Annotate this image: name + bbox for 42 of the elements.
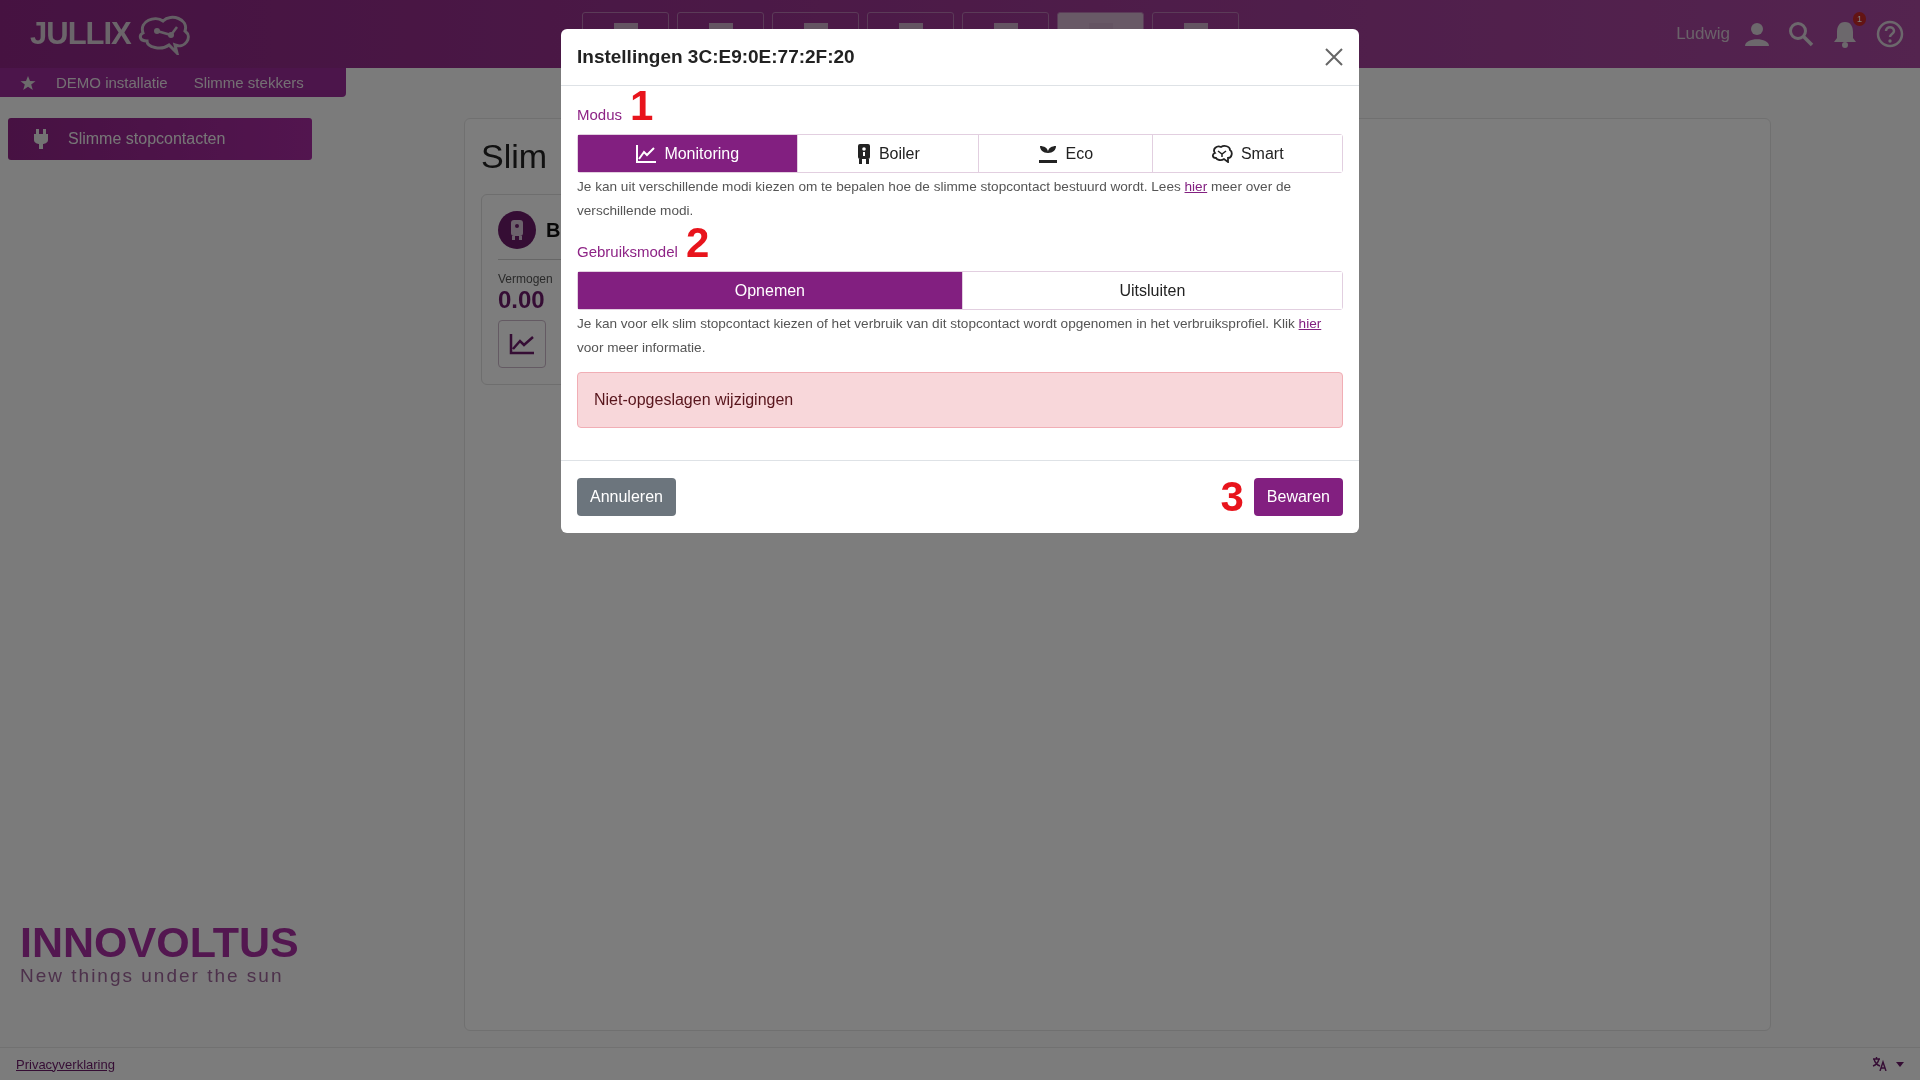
boiler-avatar-icon xyxy=(498,211,536,249)
caret-icon xyxy=(1896,1061,1904,1067)
plug-icon xyxy=(34,129,48,149)
line-chart-icon xyxy=(636,144,657,163)
line-chart-icon xyxy=(509,333,535,355)
translate-icon xyxy=(1872,1057,1888,1071)
star-icon xyxy=(20,74,36,91)
search-icon[interactable] xyxy=(1788,21,1814,47)
seedling-icon xyxy=(1037,144,1058,163)
device-name: B xyxy=(546,218,561,242)
brain-icon xyxy=(1210,144,1233,163)
section-label: Gebruiksmodel xyxy=(577,243,678,262)
power-label: Vermogen xyxy=(498,272,553,286)
brand-tagline: New things under the sun xyxy=(20,965,285,987)
segment-option[interactable]: Uitsluiten xyxy=(961,272,1342,309)
segment-option[interactable]: Opnemen xyxy=(578,272,962,309)
help-link[interactable]: hier xyxy=(1184,179,1208,194)
segment-option[interactable]: Monitoring xyxy=(578,135,798,172)
save-button[interactable]: Bewaren xyxy=(1253,478,1343,516)
privacy-link[interactable]: Privacyverklaring xyxy=(16,1056,115,1072)
help-link[interactable]: hier xyxy=(1298,316,1322,331)
help-icon[interactable] xyxy=(1876,20,1904,48)
dialog-title: Instellingen 3C:E9:0E:77:2F:20 xyxy=(577,46,855,68)
brand-logo: INNOVOLTUS xyxy=(20,919,300,965)
section-label: Modus xyxy=(577,106,623,125)
power-value: 0.00 xyxy=(498,286,545,314)
notification-badge: 1 xyxy=(1853,12,1866,26)
annotation-number: 2 xyxy=(685,223,710,263)
close-icon[interactable] xyxy=(1325,48,1343,66)
segment-option[interactable]: Smart xyxy=(1151,135,1342,172)
chart-button[interactable] xyxy=(498,320,546,368)
user-icon[interactable] xyxy=(1744,21,1770,47)
unsaved-changes-alert: Niet-opgeslagen wijzigingen xyxy=(577,372,1343,428)
bell-icon[interactable] xyxy=(1832,20,1858,48)
page-title: Slim xyxy=(481,137,548,176)
boiler-icon xyxy=(856,143,871,164)
annotation-number: 3 xyxy=(1220,477,1244,517)
language-selector[interactable] xyxy=(1872,1057,1904,1071)
cancel-button[interactable]: Annuleren xyxy=(577,478,676,516)
help-text: Je kan uit verschillende modi kiezen om te bepalen hoe de slimme stopcontact bestuurd wordt. Lees hier meer over de verschillende modi. xyxy=(577,178,1293,220)
help-text: Je kan voor elk slim stopcontact kiezen of het verbruik van dit stopcontact wordt opgenomen in het verbruiksprofiel. Klik hier voor meer informatie. xyxy=(577,315,1323,357)
annotation-number: 1 xyxy=(630,86,654,126)
